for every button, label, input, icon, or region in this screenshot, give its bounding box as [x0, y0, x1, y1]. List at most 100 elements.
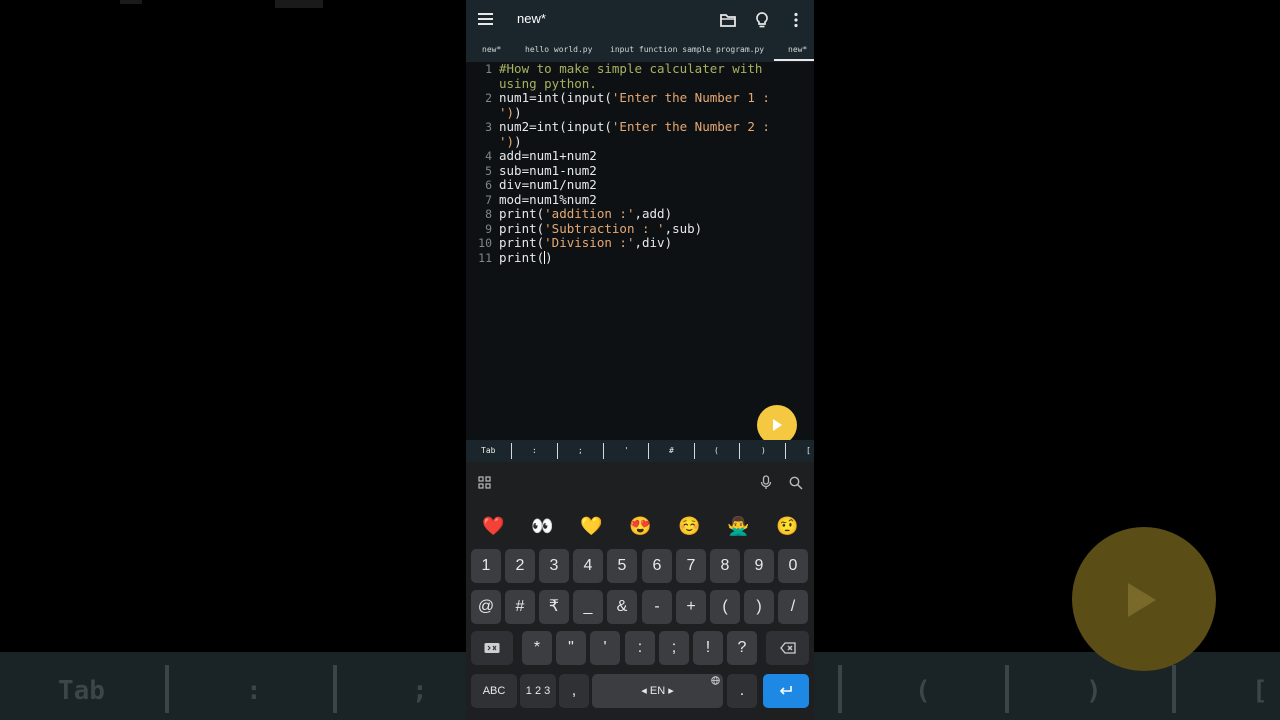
- emoji-suggestion[interactable]: 😍: [629, 515, 651, 537]
- folder-icon[interactable]: [718, 10, 738, 30]
- key-exclamation[interactable]: !: [693, 631, 723, 665]
- symbol-separator: [694, 443, 695, 459]
- tab-input-function[interactable]: input function sample program.py: [610, 45, 764, 54]
- more-options-icon[interactable]: [786, 10, 806, 30]
- code-comment: #How to make simple calculater with: [499, 61, 763, 76]
- key-at[interactable]: @: [471, 590, 501, 624]
- symbol-separator: [557, 443, 558, 459]
- key-1[interactable]: 1: [471, 549, 501, 583]
- run-button[interactable]: [757, 405, 797, 445]
- tab-hello-world[interactable]: hello world.py: [525, 45, 592, 54]
- symbols-toggle-icon: [484, 642, 500, 653]
- symbol-bar: Tab : ; ' # ( ) [: [466, 440, 814, 462]
- key-single-quote[interactable]: ': [590, 631, 620, 665]
- key-question[interactable]: ?: [727, 631, 757, 665]
- key-3[interactable]: 3: [539, 549, 569, 583]
- background-separator: [333, 665, 337, 713]
- code-text: sub=num1-num2: [499, 162, 597, 178]
- line-number: 9: [485, 221, 492, 236]
- background-rparen-text: ): [1086, 676, 1102, 706]
- key-9[interactable]: 9: [744, 549, 774, 583]
- code-text: print(: [499, 249, 545, 265]
- apps-grid-icon[interactable]: [478, 476, 491, 489]
- symbol-separator: [648, 443, 649, 459]
- search-icon[interactable]: [789, 476, 803, 490]
- tab-new-active[interactable]: new*: [788, 45, 807, 54]
- symbol-key-rparen[interactable]: ): [761, 446, 766, 455]
- code-text: ): [514, 104, 522, 120]
- background-separator: [1172, 665, 1176, 713]
- code-line: print('addition :',add): [499, 206, 672, 221]
- key-colon[interactable]: :: [625, 631, 655, 665]
- line-number: 2: [485, 91, 492, 105]
- line-number: 3: [485, 120, 492, 134]
- code-line: #How to make simple calculater with: [499, 61, 762, 76]
- key-0[interactable]: 0: [778, 549, 808, 583]
- code-line: print(): [499, 250, 553, 265]
- period-key[interactable]: .: [727, 674, 757, 708]
- menu-icon[interactable]: [478, 13, 493, 25]
- symbol-separator: [511, 443, 512, 459]
- emoji-suggestion[interactable]: ❤️: [482, 515, 504, 537]
- lightbulb-icon[interactable]: [752, 10, 772, 30]
- key-minus[interactable]: -: [642, 590, 672, 624]
- comma-key[interactable]: ,: [559, 674, 589, 708]
- emoji-suggestion[interactable]: 👀: [531, 515, 553, 537]
- key-7[interactable]: 7: [676, 549, 706, 583]
- code-line: add=num1+num2: [499, 148, 597, 163]
- numeric-key[interactable]: 1 2 3: [520, 674, 556, 708]
- key-5[interactable]: 5: [607, 549, 637, 583]
- symbol-key-colon[interactable]: :: [532, 446, 537, 455]
- key-lparen[interactable]: (: [710, 590, 740, 624]
- tab-new[interactable]: new*: [482, 45, 501, 54]
- symbol-key-quote[interactable]: ': [624, 446, 629, 455]
- emoji-suggestion[interactable]: 🙅‍♂️: [727, 515, 749, 537]
- code-string: 'Enter the Number 2 :: [611, 119, 770, 134]
- backspace-key[interactable]: [766, 631, 809, 665]
- symbol-key-lbracket[interactable]: [: [806, 446, 811, 455]
- key-2[interactable]: 2: [505, 549, 535, 583]
- file-tabs: new* hello world.py input function sampl…: [466, 40, 814, 62]
- key-rparen[interactable]: ): [744, 590, 774, 624]
- symbol-key-lparen[interactable]: (: [714, 446, 719, 455]
- space-bar[interactable]: ◂ EN ▸: [592, 674, 723, 708]
- code-text: div=num1/num2: [499, 177, 597, 192]
- key-underscore[interactable]: _: [573, 590, 603, 624]
- on-screen-keyboard: ❤️ 👀 💛 😍 ☺️ 🙅‍♂️ 🤨 1 2 3 4 5 6 7 8 9 0 @…: [466, 462, 814, 720]
- microphone-icon[interactable]: [760, 475, 772, 490]
- key-4[interactable]: 4: [573, 549, 603, 583]
- abc-key[interactable]: ABC: [471, 674, 517, 708]
- key-double-quote[interactable]: ": [556, 631, 586, 665]
- code-text: print(: [499, 235, 545, 250]
- key-semicolon[interactable]: ;: [659, 631, 689, 665]
- emoji-suggestion[interactable]: ☺️: [678, 515, 700, 537]
- emoji-suggestion[interactable]: 🤨: [776, 515, 798, 537]
- symbol-key-hash[interactable]: #: [669, 446, 674, 455]
- line-number: 4: [485, 149, 492, 163]
- code-string: '): [499, 104, 515, 120]
- key-slash[interactable]: /: [778, 590, 808, 624]
- key-8[interactable]: 8: [710, 549, 740, 583]
- enter-key[interactable]: [763, 674, 809, 708]
- key-asterisk[interactable]: *: [522, 631, 552, 665]
- key-plus[interactable]: +: [676, 590, 706, 624]
- key-hash[interactable]: #: [505, 590, 535, 624]
- language-label: ◂ EN ▸: [641, 685, 674, 697]
- more-symbols-key[interactable]: [471, 631, 513, 665]
- code-text: ,add): [634, 206, 673, 221]
- line-number: 7: [485, 192, 492, 207]
- background-lbracket-text: [: [1252, 676, 1268, 706]
- symbol-key-semicolon[interactable]: ;: [578, 446, 583, 455]
- emoji-suggestion[interactable]: 💛: [580, 515, 602, 537]
- code-line: sub=num1-num2: [499, 163, 597, 178]
- code-editor[interactable]: 1 2 3 4 5 6 7 8 9 10 11 #How to make sim…: [466, 61, 814, 440]
- key-6[interactable]: 6: [642, 549, 672, 583]
- key-rupee[interactable]: ₹: [539, 590, 569, 624]
- key-ampersand[interactable]: &: [607, 590, 637, 624]
- code-line: print('Division :',div): [499, 235, 672, 250]
- code-line: using python.: [499, 76, 597, 91]
- background-semicolon-text: ;: [412, 676, 428, 706]
- symbol-separator: [739, 443, 740, 459]
- symbol-key-tab[interactable]: Tab: [481, 446, 495, 455]
- code-text: print(: [499, 220, 545, 236]
